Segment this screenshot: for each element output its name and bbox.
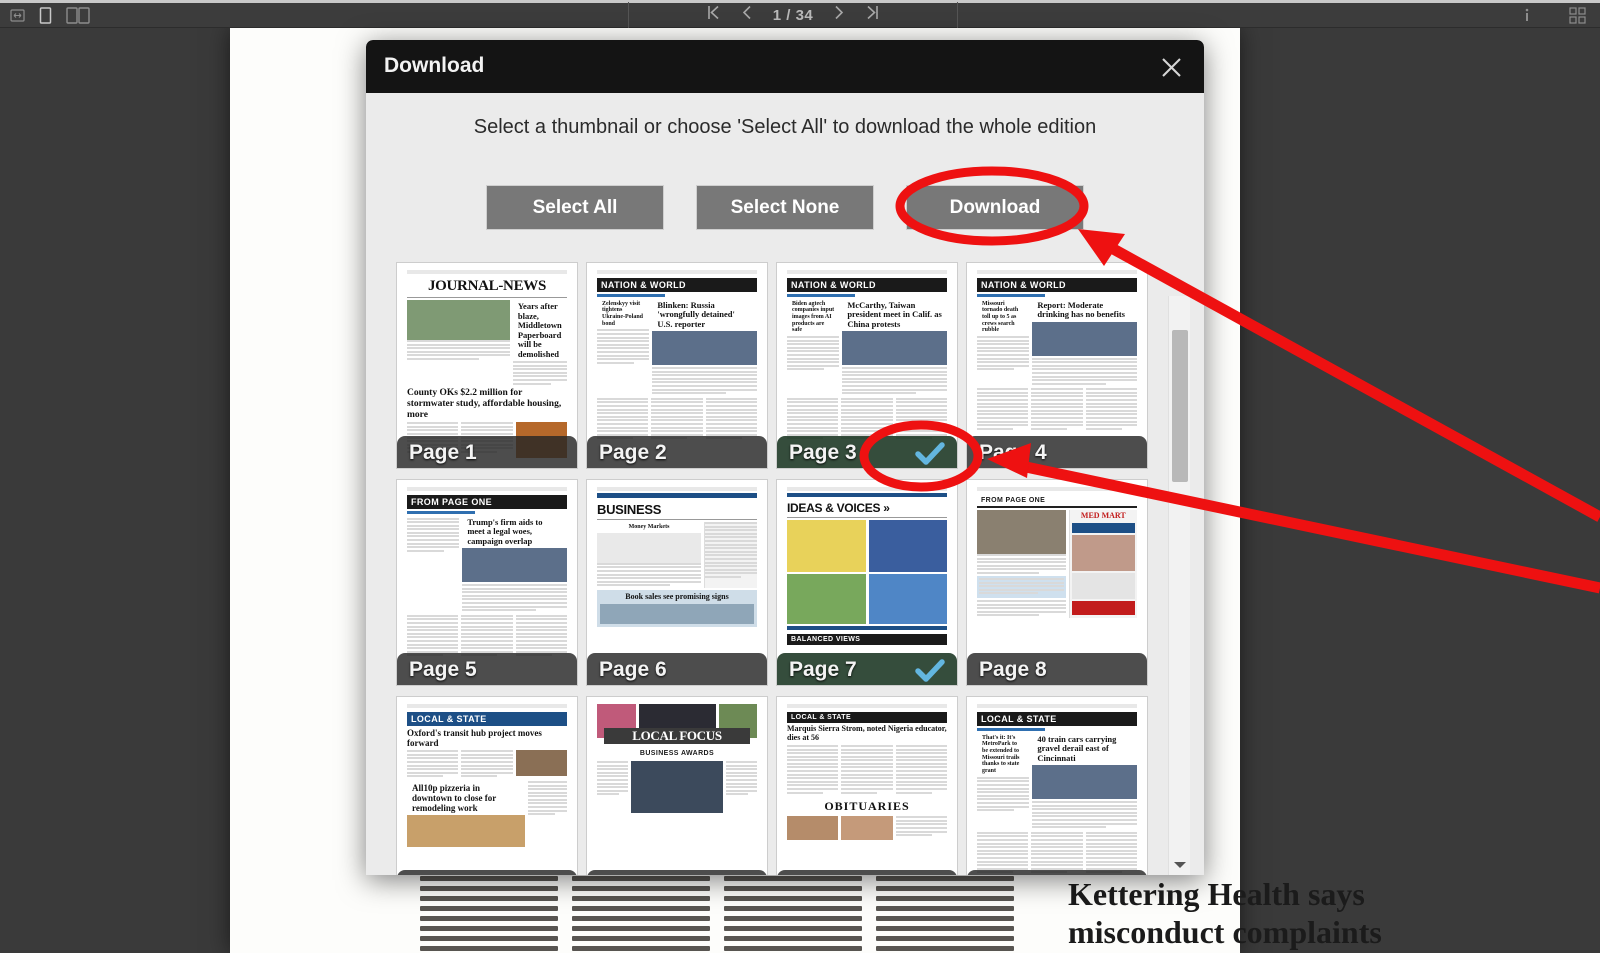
thumbnail-preview: LOCAL & STATE Oxford's transit hub projec… (402, 702, 572, 875)
thumbnail-label-bar: Page 7 (777, 653, 957, 685)
page-navigation: 1 / 34 (628, 2, 958, 28)
two-page-view-icon[interactable] (66, 6, 90, 24)
next-page-icon[interactable] (833, 4, 845, 26)
thumbnail-page-1[interactable]: JOURNAL-NEWS Years after blaze, Middletow… (396, 262, 578, 469)
thumbnail-label-bar: Page 1 (397, 436, 577, 468)
thumbnail-label-bar: Page 11 (777, 870, 957, 875)
first-page-icon[interactable] (706, 4, 721, 26)
thumbnail-preview: LOCAL & STATE Marquis Sierra Strom, noted… (782, 702, 952, 875)
thumbnail-label-bar: Page 9 (397, 870, 577, 875)
scroll-down-arrow-icon[interactable] (1173, 860, 1187, 870)
thumbnail-label: Page 6 (599, 658, 667, 681)
select-none-button[interactable]: Select None (696, 185, 874, 230)
download-modal: Download Select a thumbnail or choose 'S… (366, 40, 1204, 875)
thumbnail-scroll-area[interactable]: JOURNAL-NEWS Years after blaze, Middletow… (366, 262, 1204, 875)
thumbnail-preview: IDEAS & VOICES » BALANCED VIEWS (782, 485, 952, 680)
thumbnail-label: Page 11 (789, 874, 867, 875)
page-indicator[interactable]: 1 / 34 (773, 7, 814, 24)
thumbnail-preview: FROM PAGE ONE MED MART (972, 485, 1142, 680)
download-button[interactable]: Download (906, 185, 1084, 230)
single-page-view-icon[interactable] (39, 6, 52, 24)
selected-check-icon[interactable] (915, 442, 945, 466)
thumbnail-preview: JOURNAL-NEWS Years after blaze, Middletow… (402, 268, 572, 463)
thumbnail-page-7[interactable]: IDEAS & VOICES » BALANCED VIEWS Page 7 (776, 479, 958, 686)
thumbnail-label: Page 12 (979, 874, 1058, 875)
thumbnail-label-bar: Page 5 (397, 653, 577, 685)
thumbnail-page-2[interactable]: NATION & WORLD Zelenskyy visit tightens U… (586, 262, 768, 469)
previous-page-icon[interactable] (741, 4, 753, 26)
modal-action-buttons: Select All Select None Download (366, 185, 1204, 230)
select-all-button[interactable]: Select All (486, 185, 664, 230)
thumbnail-label: Page 7 (789, 658, 857, 681)
modal-header: Download (366, 40, 1204, 93)
viewer-toolbar: 1 / 34 (0, 0, 1600, 28)
thumbnail-page-5[interactable]: FROM PAGE ONE Trump's firm aids to meet a… (396, 479, 578, 686)
thumbnails-grid-icon[interactable] (1569, 6, 1586, 24)
thumbnail-label: Page 1 (409, 441, 477, 464)
fit-page-icon[interactable] (10, 8, 25, 23)
modal-instruction: Select a thumbnail or choose 'Select All… (473, 116, 1097, 138)
thumbnail-preview: LOCAL & STATE That's it: It's MetroPark t… (972, 702, 1142, 875)
thumbnail-preview: BUSINESS Money Markets Book sales see prom… (592, 485, 762, 680)
thumbnail-label-bar: Page 8 (967, 653, 1147, 685)
thumbnail-page-12[interactable]: LOCAL & STATE That's it: It's MetroPark t… (966, 696, 1148, 875)
thumbnail-label: Page 8 (979, 658, 1047, 681)
thumbnail-label-bar: Page 4 (967, 436, 1147, 468)
thumbnail-label-bar: Page 10 (587, 870, 767, 875)
close-icon[interactable] (1156, 52, 1186, 82)
selected-check-icon[interactable] (915, 659, 945, 683)
thumbnail-preview: LOCAL FOCUS BUSINESS AWARDS (592, 702, 762, 875)
thumbnail-label: Page 3 (789, 441, 857, 464)
thumbnail-preview: NATION & WORLD Zelenskyy visit tightens U… (592, 268, 762, 463)
thumbnail-label: Page 4 (979, 441, 1047, 464)
thumbnail-label: Page 2 (599, 441, 667, 464)
thumbnail-page-3[interactable]: NATION & WORLD Biden agtech companies inp… (776, 262, 958, 469)
background-text-columns (420, 866, 1030, 953)
thumbnail-label: Page 9 (409, 874, 477, 875)
thumbnail-label-bar: Page 3 (777, 436, 957, 468)
thumbnail-page-4[interactable]: NATION & WORLD Missouri tornado death tol… (966, 262, 1148, 469)
scrollbar-thumb[interactable] (1172, 330, 1188, 482)
thumbnail-preview: NATION & WORLD Missouri tornado death tol… (972, 268, 1142, 463)
thumbnail-preview: FROM PAGE ONE Trump's firm aids to meet a… (402, 485, 572, 680)
thumbnail-page-9[interactable]: LOCAL & STATE Oxford's transit hub projec… (396, 696, 578, 875)
thumbnail-label-bar: Page 6 (587, 653, 767, 685)
thumbnail-label-bar: Page 2 (587, 436, 767, 468)
thumbnail-page-6[interactable]: BUSINESS Money Markets Book sales see prom… (586, 479, 768, 686)
thumbnail-page-10[interactable]: LOCAL FOCUSBUSINESS AWARDSPage 10 (586, 696, 768, 875)
thumbnail-label: Page 5 (409, 658, 477, 681)
thumbnail-grid: JOURNAL-NEWS Years after blaze, Middletow… (396, 262, 1148, 875)
last-page-icon[interactable] (865, 4, 880, 26)
info-icon[interactable] (1523, 7, 1531, 24)
app-root: Kettering Health says misconduct complai… (0, 0, 1600, 953)
thumbnail-label: Page 10 (599, 874, 678, 875)
modal-title: Download (384, 54, 485, 77)
thumbnail-preview: NATION & WORLD Biden agtech companies inp… (782, 268, 952, 463)
background-headline: Kettering Health says misconduct complai… (1068, 876, 1382, 950)
thumbnail-label-bar: Page 12 (967, 870, 1147, 875)
thumbnail-scrollbar[interactable] (1168, 296, 1190, 875)
thumbnail-page-11[interactable]: LOCAL & STATE Marquis Sierra Strom, noted… (776, 696, 958, 875)
thumbnail-page-8[interactable]: FROM PAGE ONE MED MART Page 8 (966, 479, 1148, 686)
